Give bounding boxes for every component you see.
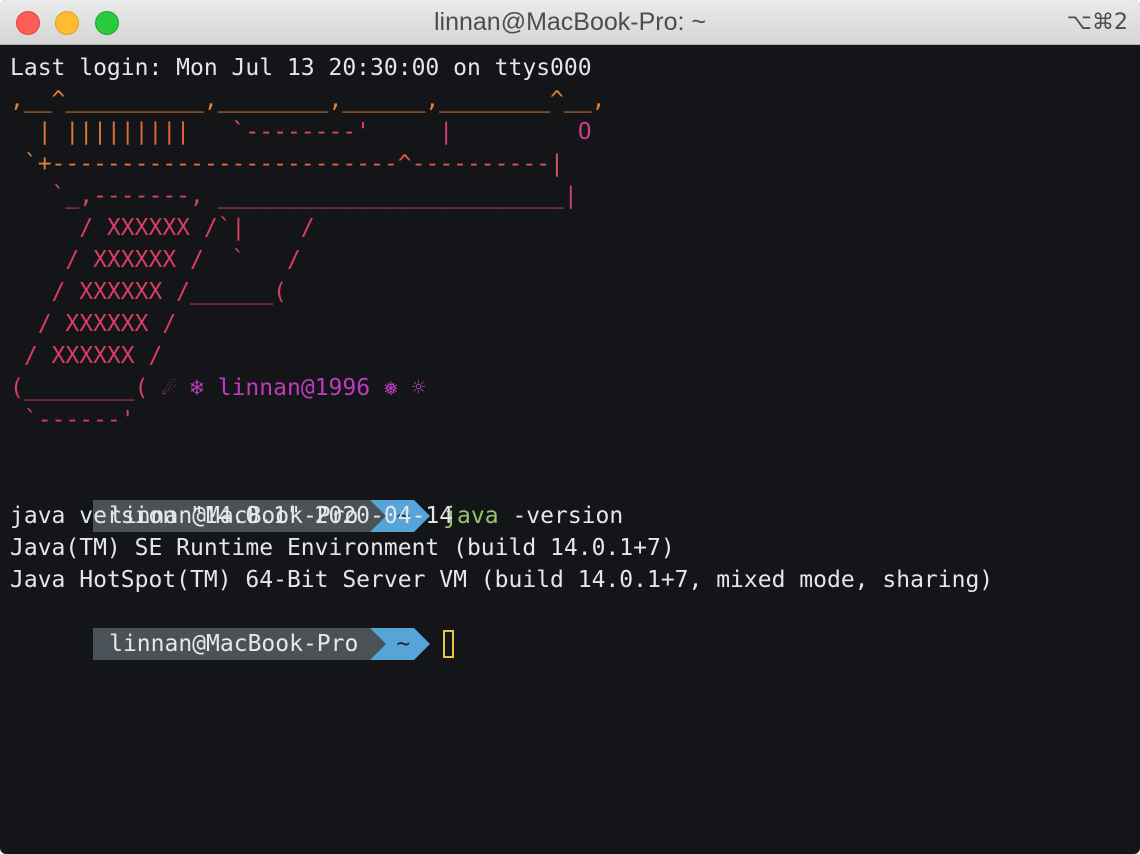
text-cursor[interactable] <box>443 630 455 658</box>
last-login-line: Last login: Mon Jul 13 20:30:00 on ttys0… <box>10 55 592 81</box>
ascii-art-line: / XXXXXX / <box>10 311 177 337</box>
ascii-art-line: `+-------------------------^----------| <box>10 148 1135 180</box>
prompt-dir-segment: ~ <box>386 628 415 660</box>
terminal-window: linnan@MacBook-Pro: ~ ⌥⌘2 Last login: Mo… <box>0 0 1140 854</box>
ascii-art-line: / XXXXXX / ` / <box>10 247 301 273</box>
signature-text: ☄ ❄ linnan@1996 ❅ ☼ <box>162 375 426 401</box>
command-line: linnan@MacBook-Pro ~ java -version <box>10 468 1135 532</box>
ascii-art-line: / XXXXXX /______( <box>10 279 287 305</box>
active-prompt-line[interactable]: linnan@MacBook-Pro ~ <box>10 596 1135 660</box>
ascii-art-line: `------' <box>10 407 135 433</box>
prompt-separator-icon <box>370 628 387 660</box>
terminal-content[interactable]: Last login: Mon Jul 13 20:30:00 on ttys0… <box>10 52 1135 660</box>
ascii-art-line: / XXXXXX / <box>10 343 163 369</box>
ascii-art-signature-line: (________( ☄ ❄ linnan@1996 ❅ ☼ <box>10 372 1135 404</box>
command-text: java -version <box>430 503 623 529</box>
ascii-art-grip: (________( <box>10 375 149 401</box>
ascii-art-line: ,__^__________,________,______,________^… <box>10 87 606 113</box>
title-bar[interactable]: linnan@MacBook-Pro: ~ ⌥⌘2 <box>0 0 1140 45</box>
output-line: Java(TM) SE Runtime Environment (build 1… <box>10 535 675 561</box>
prompt-user-segment: linnan@MacBook-Pro <box>93 628 371 660</box>
ascii-art-line: `_,-------, _________________________| <box>10 180 1135 212</box>
command-args: -version <box>498 503 624 529</box>
window-shortcut: ⌥⌘2 <box>1066 10 1128 35</box>
window-title: linnan@MacBook-Pro: ~ <box>433 8 707 36</box>
ascii-art-line: / XXXXXX /`| / <box>10 215 315 241</box>
prompt-end-icon <box>414 628 431 660</box>
ascii-art-line: | ||||||||| `--------' | O <box>10 116 1135 148</box>
output-line: Java HotSpot(TM) 64-Bit Server VM (build… <box>10 567 994 593</box>
prompt: linnan@MacBook-Pro ~ <box>93 628 431 660</box>
